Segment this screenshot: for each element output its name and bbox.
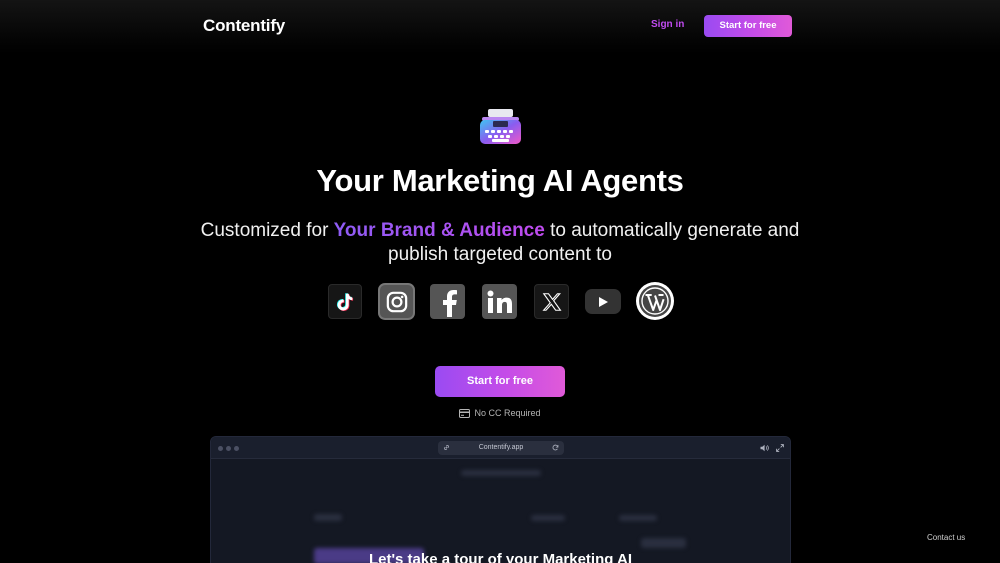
tiktok-icon: [328, 284, 362, 319]
preview-url-text: Contentify.app: [478, 444, 524, 451]
expand-icon[interactable]: [776, 444, 784, 452]
blurred-text: [314, 514, 342, 521]
sign-in-link[interactable]: Sign in: [651, 19, 684, 30]
preview-content: [211, 460, 790, 563]
preview-browser-bar: Contentify.app: [211, 437, 790, 459]
typewriter-icon: [479, 108, 522, 146]
brand-logo[interactable]: Contentify: [203, 16, 285, 36]
blurred-text: [531, 515, 565, 521]
tour-caption: Let's take a tour of your Marketing AI: [368, 551, 633, 563]
nav-start-for-free-button[interactable]: Start for free: [704, 15, 792, 37]
no-cc-text: No CC Required: [474, 408, 541, 418]
blurred-text: [619, 515, 657, 521]
app-preview-window[interactable]: Contentify.app Let's take a tour of your…: [210, 436, 791, 563]
credit-card-icon: [459, 409, 471, 418]
window-dot: [234, 446, 239, 451]
no-credit-card-note: No CC Required: [0, 408, 1000, 418]
blurred-header: [461, 470, 541, 476]
preview-url-bar[interactable]: Contentify.app: [438, 441, 564, 455]
window-dot: [226, 446, 231, 451]
contact-us-link[interactable]: Contact us: [927, 533, 965, 542]
youtube-icon: [585, 289, 621, 314]
facebook-icon: [430, 284, 465, 319]
instagram-icon: [378, 283, 415, 320]
wordpress-icon: [636, 282, 674, 320]
subtitle-lead: Customized for: [200, 220, 334, 241]
hero-start-for-free-button[interactable]: Start for free: [435, 366, 565, 397]
blurred-text: [641, 538, 686, 548]
subtitle-highlight: Your Brand & Audience: [333, 220, 545, 241]
hero-title: Your Marketing AI Agents: [316, 163, 684, 198]
platform-icons-row: [327, 282, 677, 322]
reload-icon[interactable]: [552, 444, 559, 451]
linkedin-icon: [482, 284, 517, 319]
x-icon: [534, 284, 569, 319]
top-nav-bar: Contentify Sign in Start for free: [0, 0, 1000, 54]
window-dot: [218, 446, 223, 451]
volume-icon[interactable]: [760, 444, 769, 452]
hero-subtitle: Customized for Your Brand & Audience to …: [200, 219, 800, 267]
